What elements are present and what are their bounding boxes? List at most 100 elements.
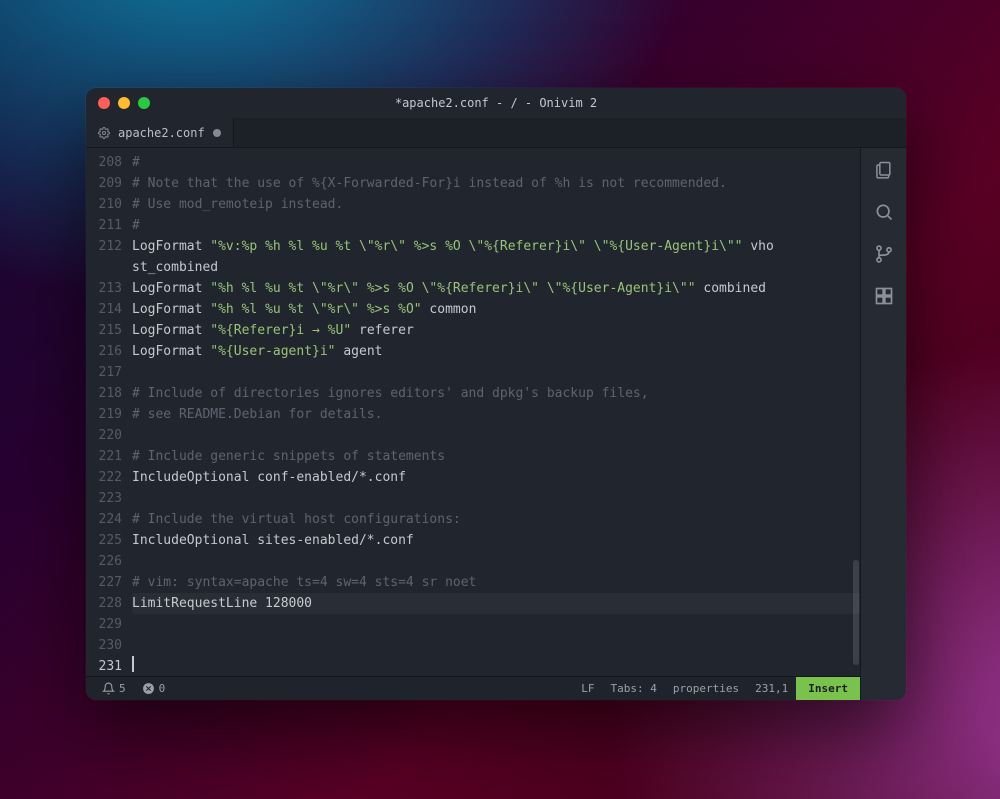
gutter-line-number: 224 xyxy=(86,509,132,530)
code-line[interactable]: 225IncludeOptional sites-enabled/*.conf xyxy=(86,530,860,551)
code-content[interactable]: # Use mod_remoteip instead. xyxy=(132,194,343,215)
code-content[interactable]: # see README.Debian for details. xyxy=(132,404,382,425)
code-content[interactable]: LogFormat "%h %l %u %t \"%r\" %>s %O \"%… xyxy=(132,278,766,299)
code-line[interactable]: 227# vim: syntax=apache ts=4 sw=4 sts=4 … xyxy=(86,572,860,593)
close-window-button[interactable] xyxy=(98,97,110,109)
code-line[interactable]: 211# xyxy=(86,215,860,236)
code-line[interactable]: 208# xyxy=(86,152,860,173)
code-content[interactable]: # Include generic snippets of statements xyxy=(132,446,445,467)
code-content[interactable]: # Include the virtual host configuration… xyxy=(132,509,461,530)
zoom-window-button[interactable] xyxy=(138,97,150,109)
gutter-line-number: 230 xyxy=(86,635,132,656)
code-content[interactable]: LogFormat "%{User-agent}i" agent xyxy=(132,341,382,362)
gutter-line-number: 216 xyxy=(86,341,132,362)
code-line[interactable]: 219# see README.Debian for details. xyxy=(86,404,860,425)
code-content[interactable]: # xyxy=(132,215,140,236)
text-cursor xyxy=(132,656,134,672)
gutter-line-number: 221 xyxy=(86,446,132,467)
code-line-wrap[interactable]: st_combined xyxy=(86,257,860,278)
gutter-line-number: 211 xyxy=(86,215,132,236)
titlebar: *apache2.conf - / - Onivim 2 xyxy=(86,88,906,118)
mode-indicator: Insert xyxy=(796,677,860,700)
code-line[interactable]: 214LogFormat "%h %l %u %t \"%r\" %>s %O"… xyxy=(86,299,860,320)
gutter-line-number: 219 xyxy=(86,404,132,425)
code-lines[interactable]: 208#209# Note that the use of %{X-Forwar… xyxy=(86,148,860,676)
code-content[interactable]: # Include of directories ignores editors… xyxy=(132,383,649,404)
tab-label: apache2.conf xyxy=(118,126,205,140)
modified-indicator-icon xyxy=(213,129,221,137)
code-line[interactable]: 222IncludeOptional conf-enabled/*.conf xyxy=(86,467,860,488)
indent-indicator[interactable]: Tabs: 4 xyxy=(603,682,665,695)
gutter-line-number: 220 xyxy=(86,425,132,446)
gutter-line-number: 226 xyxy=(86,551,132,572)
gutter-line-number: 217 xyxy=(86,362,132,383)
code-area[interactable]: 208#209# Note that the use of %{X-Forwar… xyxy=(86,148,860,676)
errors-indicator[interactable]: 0 xyxy=(134,682,174,695)
gutter-line-number: 222 xyxy=(86,467,132,488)
grid-icon[interactable] xyxy=(874,286,894,306)
gutter-line-number: 209 xyxy=(86,173,132,194)
code-content[interactable]: LogFormat "%v:%p %h %l %u %t \"%r\" %>s … xyxy=(132,236,774,257)
code-line[interactable]: 216LogFormat "%{User-agent}i" agent xyxy=(86,341,860,362)
editor-body: 208#209# Note that the use of %{X-Forwar… xyxy=(86,148,906,700)
gutter-line-number: 210 xyxy=(86,194,132,215)
errors-count: 0 xyxy=(159,682,166,695)
code-line[interactable]: 209# Note that the use of %{X-Forwarded-… xyxy=(86,173,860,194)
gutter-line-number: 223 xyxy=(86,488,132,509)
gutter-line-number: 215 xyxy=(86,320,132,341)
code-content[interactable]: # vim: syntax=apache ts=4 sw=4 sts=4 sr … xyxy=(132,572,476,593)
scroll-thumb[interactable] xyxy=(853,560,859,666)
app-window: *apache2.conf - / - Onivim 2 apache2.con… xyxy=(86,88,906,700)
gutter-line-number: 227 xyxy=(86,572,132,593)
gutter-line-number: 213 xyxy=(86,278,132,299)
code-line[interactable]: 220 xyxy=(86,425,860,446)
notifications-indicator[interactable]: 5 xyxy=(94,682,134,695)
language-indicator[interactable]: properties xyxy=(665,682,747,695)
cursor-position[interactable]: 231,1 xyxy=(747,682,796,695)
code-content[interactable]: # Note that the use of %{X-Forwarded-For… xyxy=(132,173,727,194)
bell-icon xyxy=(102,682,115,695)
code-line[interactable]: 231 xyxy=(86,656,860,676)
code-line[interactable]: 210# Use mod_remoteip instead. xyxy=(86,194,860,215)
code-line[interactable]: 215LogFormat "%{Referer}i → %U" referer xyxy=(86,320,860,341)
gutter-line-number: 218 xyxy=(86,383,132,404)
minimize-window-button[interactable] xyxy=(118,97,130,109)
code-line[interactable]: 224# Include the virtual host configurat… xyxy=(86,509,860,530)
vertical-scrollbar[interactable] xyxy=(852,148,860,676)
code-content[interactable]: # xyxy=(132,152,140,173)
code-line[interactable]: 217 xyxy=(86,362,860,383)
code-line[interactable]: 221# Include generic snippets of stateme… xyxy=(86,446,860,467)
code-content[interactable]: st_combined xyxy=(132,257,218,278)
activity-bar xyxy=(860,148,906,700)
status-bar: 5 0 LF Tabs: 4 properties 231,1 Insert xyxy=(86,676,860,700)
notifications-count: 5 xyxy=(119,682,126,695)
window-title: *apache2.conf - / - Onivim 2 xyxy=(86,96,906,110)
code-content[interactable]: IncludeOptional conf-enabled/*.conf xyxy=(132,467,406,488)
files-icon[interactable] xyxy=(874,160,894,180)
code-line[interactable]: 228LimitRequestLine 128000 xyxy=(86,593,860,614)
gear-icon xyxy=(98,127,110,139)
gutter-line-number: 229 xyxy=(86,614,132,635)
code-line[interactable]: 213LogFormat "%h %l %u %t \"%r\" %>s %O … xyxy=(86,278,860,299)
editor: 208#209# Note that the use of %{X-Forwar… xyxy=(86,148,860,700)
search-icon[interactable] xyxy=(874,202,894,222)
code-line[interactable]: 223 xyxy=(86,488,860,509)
code-line[interactable]: 229 xyxy=(86,614,860,635)
git-branch-icon[interactable] xyxy=(874,244,894,264)
code-content[interactable] xyxy=(132,656,134,676)
eol-indicator[interactable]: LF xyxy=(573,682,602,695)
code-line[interactable]: 218# Include of directories ignores edit… xyxy=(86,383,860,404)
code-content[interactable]: LogFormat "%{Referer}i → %U" referer xyxy=(132,320,414,341)
code-content[interactable]: LimitRequestLine 128000 xyxy=(132,593,312,614)
gutter-line-number: 208 xyxy=(86,152,132,173)
code-line[interactable]: 230 xyxy=(86,635,860,656)
tab-apache2-conf[interactable]: apache2.conf xyxy=(86,118,234,147)
code-line[interactable]: 212LogFormat "%v:%p %h %l %u %t \"%r\" %… xyxy=(86,236,860,257)
code-line[interactable]: 226 xyxy=(86,551,860,572)
gutter-line-number xyxy=(86,257,132,278)
gutter-line-number: 231 xyxy=(86,656,132,676)
gutter-line-number: 212 xyxy=(86,236,132,257)
gutter-line-number: 225 xyxy=(86,530,132,551)
code-content[interactable]: LogFormat "%h %l %u %t \"%r\" %>s %O" co… xyxy=(132,299,476,320)
code-content[interactable]: IncludeOptional sites-enabled/*.conf xyxy=(132,530,414,551)
